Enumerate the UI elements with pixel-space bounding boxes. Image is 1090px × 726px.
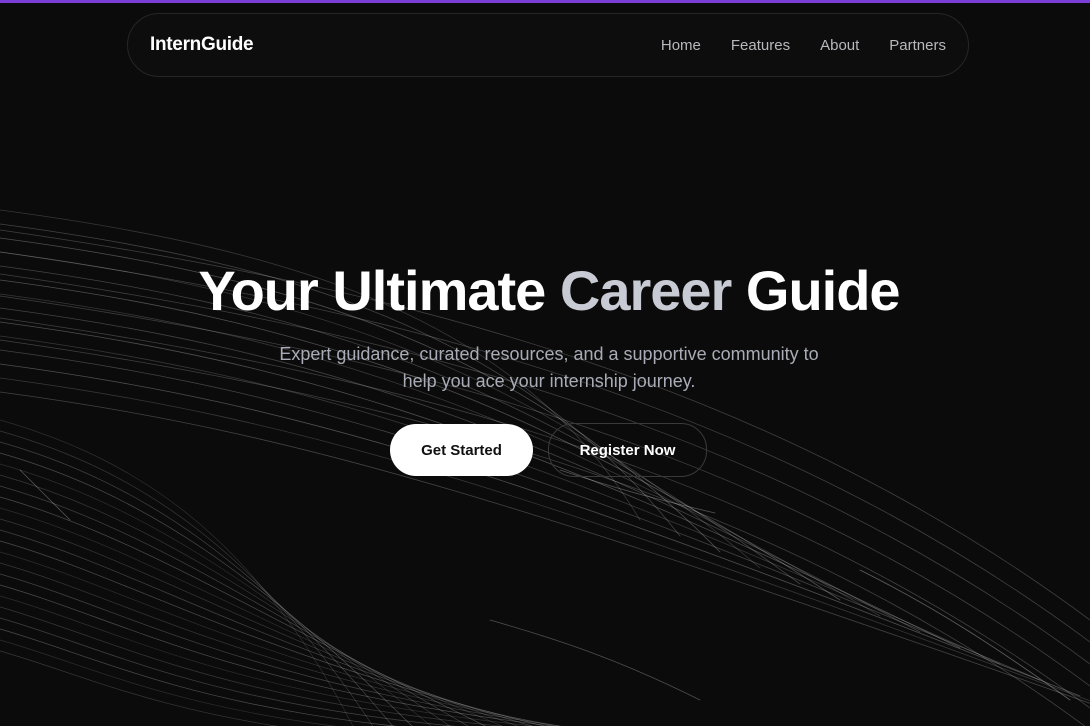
get-started-button[interactable]: Get Started — [390, 424, 533, 476]
background-line — [0, 452, 413, 726]
background-line — [0, 430, 374, 726]
background-line — [0, 584, 555, 726]
background-line — [0, 349, 1041, 681]
hero-subtitle-line2: help you ace your internship journey. — [402, 371, 696, 391]
nav-link-partners[interactable]: Partners — [889, 37, 946, 54]
hero-title: Your Ultimate Career Guide — [0, 258, 1090, 323]
background-line — [0, 551, 556, 726]
landing-page: InternGuide Home Features About Partners… — [0, 0, 1090, 726]
background-line — [0, 419, 354, 726]
background-line — [19, 469, 71, 521]
nav-links: Home Features About Partners — [661, 37, 946, 54]
hero-title-part1: Your Ultimate — [198, 259, 560, 322]
brand-logo[interactable]: InternGuide — [150, 34, 254, 56]
background-line — [0, 529, 533, 726]
background-line — [489, 619, 701, 701]
background-line — [0, 540, 546, 726]
background-line — [0, 507, 503, 726]
hero-subtitle-line1: Expert guidance, curated resources, and … — [279, 344, 819, 364]
hero-title-part2: Guide — [731, 259, 901, 322]
nav-link-home[interactable]: Home — [661, 37, 701, 54]
background-line — [0, 463, 432, 726]
background-line — [0, 518, 519, 726]
hero-subtitle: Expert guidance, curated resources, and … — [220, 341, 878, 395]
background-line — [0, 474, 451, 726]
background-line — [859, 569, 1071, 701]
background-line — [0, 496, 487, 726]
background-line — [0, 391, 1090, 704]
register-now-button[interactable]: Register Now — [548, 423, 707, 477]
nav-link-features[interactable]: Features — [731, 37, 790, 54]
navbar: InternGuide Home Features About Partners — [127, 13, 969, 77]
nav-link-about[interactable]: About — [820, 37, 859, 54]
hero-title-accent: Career — [559, 259, 732, 322]
